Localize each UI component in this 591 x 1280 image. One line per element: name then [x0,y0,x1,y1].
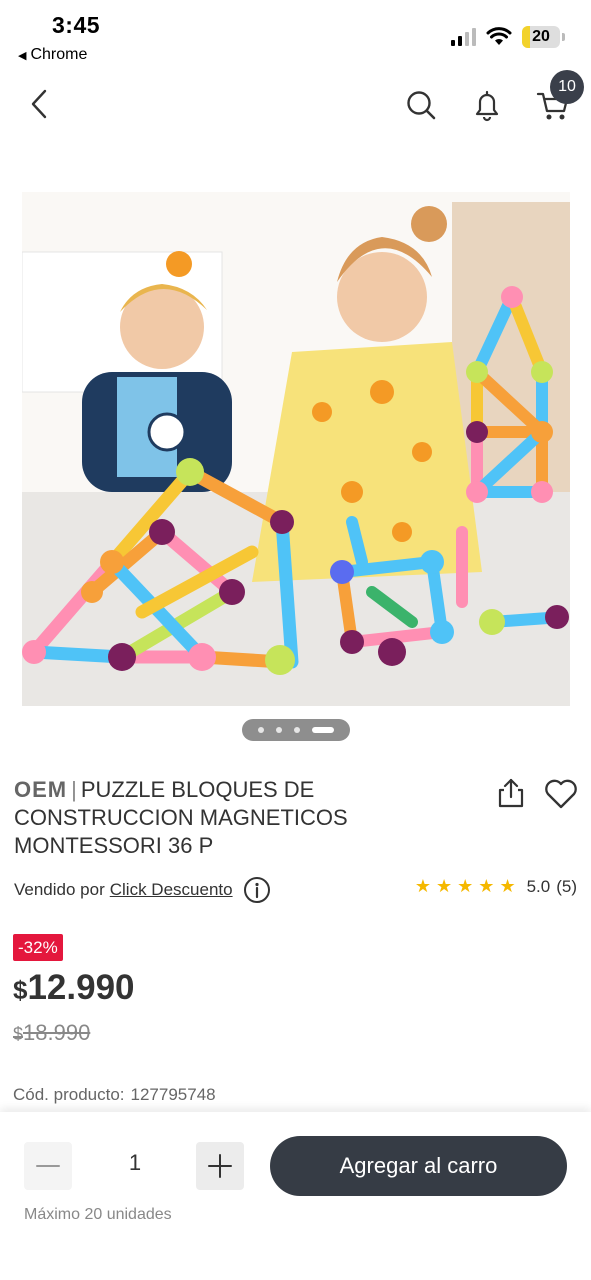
seller-info: Vendido por Click Descuento [14,876,271,904]
product-image[interactable] [22,192,570,706]
search-icon [407,91,436,120]
product-brand: OEM [14,777,68,802]
seller-link[interactable]: Click Descuento [110,880,233,900]
sku-value: 127795748 [130,1085,216,1104]
back-triangle-icon: ◀ [18,49,27,62]
back-button[interactable] [22,86,56,122]
quantity-increase-button[interactable] [196,1142,244,1190]
share-icon [498,778,524,808]
sku-label: Cód. producto: [13,1085,125,1104]
price-value: 12.990 [27,968,135,1007]
status-time: 3:45 [52,12,101,38]
rating-value: 5.0 [526,876,551,896]
price-currency: $ [13,975,28,1005]
product-title: OEM | PUZZLE BLOQUES DE CONSTRUCCION MAGNE… [14,776,484,860]
bell-icon [475,90,499,122]
notifications-button[interactable] [468,86,506,124]
cart-count-badge: 10 [550,70,584,104]
max-quantity-note: Máximo 20 unidades [24,1206,172,1223]
image-pager[interactable] [242,719,350,741]
discount-badge: -32% [13,934,63,961]
add-to-cart-button[interactable]: Agregar al carro [270,1136,567,1196]
back-app-label: Chrome [30,46,88,63]
pager-dot-active[interactable] [312,727,334,733]
old-price-currency: $ [13,1024,24,1044]
cellular-signal-icon [451,28,476,46]
back-to-app-link[interactable]: ◀ Chrome [18,46,87,64]
minus-icon [36,1165,60,1167]
add-to-cart-bar: 1 Agregar al carro Máximo 20 unidades [0,1112,591,1280]
product-rating[interactable]: ★★★★★ 5.0 (5) [415,876,577,897]
share-button[interactable] [494,776,528,810]
battery-level: 20 [532,28,550,45]
pager-dot[interactable] [294,727,300,733]
status-bar: 3:45 ◀ Chrome 20 [0,0,591,72]
favorite-button[interactable] [542,776,580,812]
seller-prefix: Vendido por [14,880,105,899]
chevron-left-icon [31,89,47,119]
title-separator: | [71,777,77,802]
heart-icon [545,779,577,809]
rating-count: (5) [556,876,577,896]
star-rating-icon: ★★★★★ [414,876,521,896]
wifi-icon [486,27,512,45]
product-photo [22,192,570,706]
current-price: $12.990 [13,968,135,1008]
top-nav [0,72,591,138]
pager-dot[interactable] [276,727,282,733]
product-code: Cód. producto: 127795748 [13,1085,216,1105]
search-button[interactable] [402,86,440,124]
pager-dot[interactable] [258,727,264,733]
system-icons: 20 [451,26,565,48]
plus-icon [208,1154,232,1178]
original-price: $18.990 [13,1020,90,1046]
quantity-decrease-button[interactable] [24,1142,72,1190]
old-price-value: 18.990 [23,1020,91,1045]
info-icon[interactable] [243,876,271,904]
battery-icon: 20 [522,26,560,48]
quantity-value[interactable]: 1 [110,1150,160,1176]
